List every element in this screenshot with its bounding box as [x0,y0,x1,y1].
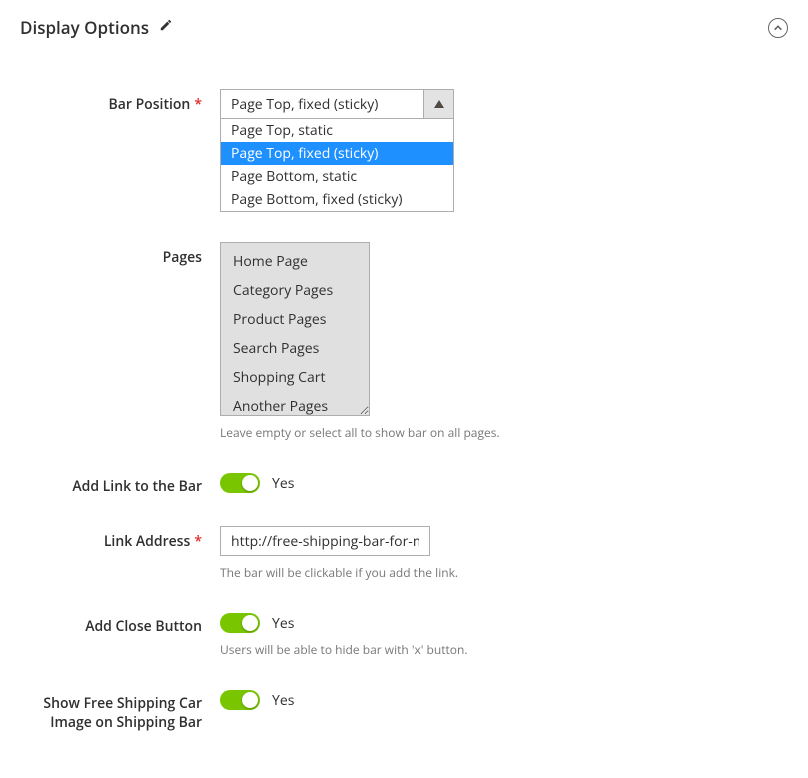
bar-position-dropdown: Page Top, static Page Top, fixed (sticky… [220,119,454,212]
pages-row: Pages Home Page Category Pages Product P… [20,242,788,441]
show-car-label: Show Free Shipping Car Image on Shipping… [20,688,220,732]
bar-position-label: Bar Position* [20,89,220,114]
multiselect-option[interactable]: Search Pages [221,334,369,363]
bar-position-row: Bar Position* Page Top, fixed (sticky) P… [20,89,788,212]
collapse-button[interactable] [768,18,788,38]
add-close-label: Add Close Button [20,611,220,636]
link-address-label: Link Address* [20,526,220,551]
chevron-up-icon [423,90,453,118]
multiselect-option[interactable]: Category Pages [221,276,369,305]
add-link-toggle[interactable] [220,473,260,493]
dropdown-option[interactable]: Page Bottom, static [221,165,453,188]
dropdown-option[interactable]: Page Bottom, fixed (sticky) [221,188,453,211]
toggle-status: Yes [272,691,294,710]
multiselect-option[interactable]: Product Pages [221,305,369,334]
dropdown-option[interactable]: Page Top, fixed (sticky) [221,142,453,165]
add-close-toggle[interactable] [220,613,260,633]
link-address-row: Link Address* The bar will be clickable … [20,526,788,581]
section-title: Display Options [20,16,149,39]
add-link-row: Add Link to the Bar Yes [20,471,788,496]
show-car-toggle[interactable] [220,690,260,710]
show-car-row: Show Free Shipping Car Image on Shipping… [20,688,788,732]
toggle-status: Yes [272,614,294,633]
add-close-row: Add Close Button Yes Users will be able … [20,611,788,658]
toggle-status: Yes [272,474,294,493]
pages-help: Leave empty or select all to show bar on… [220,424,788,441]
dropdown-option[interactable]: Page Top, static [221,119,453,142]
pencil-icon[interactable] [159,18,173,37]
multiselect-option[interactable]: Home Page [221,247,369,276]
link-address-input[interactable] [220,526,430,556]
bar-position-select[interactable]: Page Top, fixed (sticky) [220,89,454,119]
multiselect-option[interactable]: Shopping Cart [221,363,369,392]
section-header: Display Options [20,16,788,39]
link-address-help: The bar will be clickable if you add the… [220,564,788,581]
pages-multiselect[interactable]: Home Page Category Pages Product Pages S… [220,242,370,416]
add-close-help: Users will be able to hide bar with 'x' … [220,641,788,658]
pages-label: Pages [20,242,220,267]
add-link-label: Add Link to the Bar [20,471,220,496]
multiselect-option[interactable]: Another Pages [221,392,369,416]
